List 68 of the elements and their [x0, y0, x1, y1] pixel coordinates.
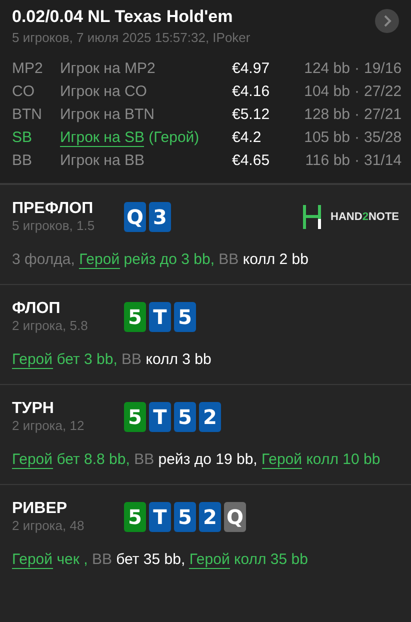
- player-stats: 27/22: [364, 82, 402, 102]
- hand-subtitle: 5 игроков, 7 июля 2025 15:57:32, IPoker: [12, 30, 250, 45]
- playing-card: T: [149, 402, 171, 432]
- player-position: CO: [12, 82, 36, 102]
- player-name[interactable]: Игрок на BTN: [60, 105, 232, 125]
- playing-card: Q: [124, 202, 146, 232]
- hand-title: 0.02/0.04 NL Texas Hold'em: [12, 6, 234, 28]
- street-info: 5 игроков, 1.5: [12, 218, 96, 234]
- action-line: Герой бет 8.8 bb, BB рейз до 19 bb, Герой колл 10 bb: [12, 450, 382, 471]
- playing-card: 2: [199, 402, 221, 432]
- playing-card: 3: [149, 202, 171, 232]
- action-line: 3 фолда, Герой рейз до 3 bb, BB колл 2 bb: [12, 250, 310, 271]
- street-title: ПРЕФЛОП: [12, 199, 94, 218]
- separator-dot: ·: [354, 82, 360, 102]
- player-stats: 35/28: [364, 128, 402, 148]
- playing-card: 5: [124, 502, 146, 532]
- hero-link[interactable]: Герой: [12, 351, 53, 369]
- player-stack: €5.12: [232, 105, 271, 125]
- player-stats: 19/16: [364, 59, 402, 79]
- separator-dot: ·: [354, 59, 360, 79]
- player-stack-bb: 128 bb: [303, 105, 350, 125]
- player-position: SB: [12, 128, 34, 148]
- player-stack-bb: 105 bb: [303, 128, 350, 148]
- player-stack-bb: 124 bb: [303, 59, 350, 79]
- street-title: РИВЕР: [12, 499, 68, 518]
- player-name[interactable]: Игрок на CO: [60, 82, 232, 102]
- player-stack-bb: 116 bb: [304, 151, 350, 171]
- player-stack: €4.97: [232, 59, 271, 79]
- playing-card: 5: [124, 402, 146, 432]
- logo-text: HAND2NOTE: [330, 210, 399, 222]
- player-stats: 31/14: [364, 151, 402, 171]
- player-stats: 27/21: [364, 105, 402, 125]
- action-line: Герой чек , BB бет 35 bb, Герой колл 35 bb: [12, 550, 309, 571]
- player-name[interactable]: Игрок на SB (Герой): [60, 128, 232, 148]
- playing-card: T: [149, 302, 171, 332]
- logo-icon: [300, 204, 323, 228]
- street-info: 2 игрока, 48: [12, 518, 86, 534]
- player-stack: €4.65: [232, 151, 271, 171]
- player-stack: €4.2: [232, 128, 262, 148]
- player-stack-bb: 104 bb: [303, 82, 350, 102]
- playing-card: 5: [174, 302, 196, 332]
- hero-link[interactable]: Герой: [189, 551, 230, 569]
- street-info: 2 игрока, 5.8: [12, 318, 89, 334]
- player-stack: €4.16: [232, 82, 271, 102]
- action-line: Герой бет 3 bb, BB колл 3 bb: [12, 350, 212, 371]
- playing-card: 5: [174, 502, 196, 532]
- playing-card: 2: [199, 502, 221, 532]
- player-position: BTN: [12, 105, 43, 125]
- next-button[interactable]: [375, 9, 399, 33]
- street-info: 2 игрока, 12: [12, 418, 86, 434]
- playing-card: Q: [224, 502, 246, 532]
- separator-dot: ·: [354, 128, 360, 148]
- hero-link[interactable]: Герой: [12, 551, 53, 569]
- player-position: MP2: [12, 59, 44, 79]
- hero-link[interactable]: Герой: [79, 251, 120, 269]
- playing-card: 5: [124, 302, 146, 332]
- street-title: ТУРН: [12, 399, 55, 418]
- street-title: ФЛОП: [12, 299, 62, 318]
- player-position: BB: [12, 151, 34, 171]
- separator-dot: ·: [354, 105, 360, 125]
- hero-link[interactable]: Герой: [262, 451, 302, 469]
- player-name[interactable]: Игрок на MP2: [60, 59, 232, 79]
- chevron-right-icon: [382, 15, 392, 27]
- player-name[interactable]: Игрок на BB: [60, 151, 232, 171]
- playing-card: T: [149, 502, 171, 532]
- playing-card: 5: [174, 402, 196, 432]
- hero-link[interactable]: Герой: [12, 451, 53, 469]
- separator-dot: ·: [354, 151, 360, 171]
